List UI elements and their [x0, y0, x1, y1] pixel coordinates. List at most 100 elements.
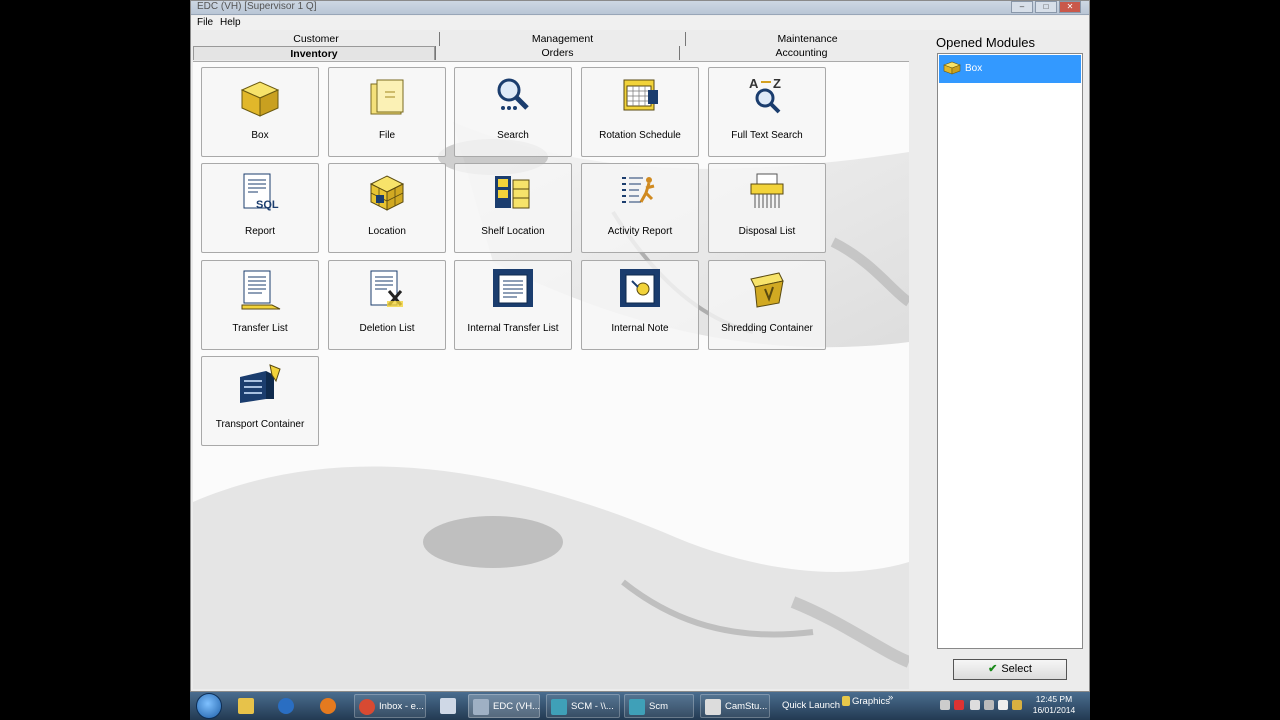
tile-label: Full Text Search — [731, 130, 803, 141]
tile-shredding-container[interactable]: Shredding Container — [708, 260, 826, 350]
tile-label: Search — [497, 130, 529, 141]
taskbar: Inbox - e... EDC (VH... SCM - \\... Scm … — [190, 692, 1090, 720]
tile-label: Internal Note — [611, 323, 669, 334]
menu-file[interactable]: File — [197, 17, 213, 28]
app-pin-2[interactable] — [436, 694, 464, 718]
app-icon — [473, 699, 489, 715]
tile-report[interactable]: SQL Report — [201, 163, 319, 253]
internal-transfer-icon — [493, 269, 533, 307]
chrome-icon — [359, 699, 375, 715]
opened-module-box[interactable]: Box — [939, 55, 1081, 83]
tile-label: Shredding Container — [721, 323, 813, 334]
shred-container-icon — [750, 272, 784, 308]
tray-app-icon[interactable] — [954, 700, 964, 710]
shelf-icon — [495, 176, 530, 209]
minimize-button[interactable]: – — [1011, 1, 1033, 13]
firefox-icon — [320, 698, 336, 714]
opened-modules-title: Opened Modules — [936, 35, 1036, 50]
tab-maintenance[interactable]: Maintenance — [685, 32, 929, 46]
taskbar-item-edc[interactable]: EDC (VH... — [468, 694, 540, 718]
deletion-doc-icon — [370, 270, 403, 307]
start-button[interactable] — [196, 693, 222, 719]
select-button[interactable]: ✔ Select — [953, 659, 1067, 680]
tile-label: Transport Container — [215, 419, 305, 430]
location-cube-icon — [369, 175, 405, 211]
clock-date: 16/01/2014 — [1032, 705, 1076, 715]
tab-orders[interactable]: Orders — [435, 46, 679, 60]
network-icon[interactable] — [984, 700, 994, 710]
tile-rotation-schedule[interactable]: Rotation Schedule — [581, 67, 699, 157]
opened-modules-panel: Opened Modules Box ✔ Select — [927, 31, 1089, 691]
tile-internal-transfer-list[interactable]: Internal Transfer List — [454, 260, 572, 350]
tile-search[interactable]: Search — [454, 67, 572, 157]
az-search-icon: A Z — [749, 76, 781, 114]
tile-full-text-search[interactable]: A Z Full Text Search — [708, 67, 826, 157]
clock-time: 12:45 PM — [1035, 694, 1073, 704]
tile-file[interactable]: File — [328, 67, 446, 157]
tray-arrow-icon[interactable] — [940, 700, 950, 710]
taskbar-item-scm-2[interactable]: Scm — [624, 694, 694, 718]
calendar-icon — [623, 79, 658, 111]
explorer-pin[interactable] — [234, 694, 262, 718]
tile-transport-container[interactable]: Transport Container — [201, 356, 319, 446]
tile-location[interactable]: Location — [328, 163, 446, 253]
module-tabs: Customer Management Maintenance Inventor… — [193, 31, 923, 61]
system-tray — [924, 694, 1024, 718]
tile-label: Box — [251, 130, 269, 141]
transfer-doc-icon — [241, 270, 281, 310]
sql-report-icon: SQL — [243, 173, 279, 211]
tile-deletion-list[interactable]: Deletion List — [328, 260, 446, 350]
tile-label: File — [378, 130, 396, 141]
tile-activity-report[interactable]: Activity Report — [581, 163, 699, 253]
app-window: EDC (VH) [Supervisor 1 Q] – □ ✕ File Hel… — [190, 0, 1090, 692]
quick-launch[interactable]: Quick Launch — [782, 694, 840, 718]
tile-label: Internal Transfer List — [467, 323, 559, 334]
power-icon[interactable] — [1012, 700, 1022, 710]
tile-shelf-location[interactable]: Shelf Location — [454, 163, 572, 253]
maximize-button[interactable]: □ — [1035, 1, 1057, 13]
tile-box[interactable]: Box — [201, 67, 319, 157]
taskbar-item-scm-1[interactable]: SCM - \\... — [546, 694, 620, 718]
plus-icon — [278, 698, 294, 714]
tray-app-icon-2[interactable] — [970, 700, 980, 710]
tile-label: Disposal List — [738, 226, 796, 237]
magnifier-icon — [497, 78, 529, 110]
menu-help[interactable]: Help — [220, 17, 241, 28]
scm-icon — [551, 699, 567, 715]
module-grid-panel: Box File Search Rotation Schedule A Z Fu… — [193, 61, 909, 689]
tab-management[interactable]: Management — [439, 32, 685, 46]
tile-label: Shelf Location — [481, 226, 545, 237]
app-pin[interactable] — [274, 694, 302, 718]
select-label: Select — [1001, 663, 1032, 675]
taskbar-item-inbox[interactable]: Inbox - e... — [354, 694, 426, 718]
desktop: EDC (VH) [Supervisor 1 Q] – □ ✕ File Hel… — [0, 0, 1280, 720]
firefox-pin[interactable] — [316, 694, 344, 718]
graphics-icon — [842, 696, 850, 706]
folder-icon — [370, 79, 404, 115]
folder-icon — [238, 698, 254, 714]
toolbar-chevron[interactable]: » — [888, 690, 898, 714]
opened-modules-list[interactable]: Box — [937, 53, 1083, 649]
document-icon — [440, 698, 456, 714]
tile-label: Activity Report — [607, 226, 673, 237]
tab-accounting[interactable]: Accounting — [679, 46, 923, 60]
opened-module-label: Box — [965, 63, 983, 74]
title-bar[interactable]: EDC (VH) [Supervisor 1 Q] – □ ✕ — [191, 1, 1089, 15]
tile-label: Location — [368, 226, 406, 237]
tab-inventory[interactable]: Inventory — [193, 46, 435, 60]
taskbar-item-camstudio[interactable]: CamStu... — [700, 694, 770, 718]
shredder-icon — [750, 173, 784, 208]
checkmark-icon: ✔ — [988, 663, 998, 675]
tile-transfer-list[interactable]: Transfer List — [201, 260, 319, 350]
volume-icon[interactable] — [998, 700, 1008, 710]
menu-bar: File Help — [191, 16, 1089, 30]
tile-label: Report — [244, 226, 275, 237]
window-title: EDC (VH) [Supervisor 1 Q] — [197, 1, 317, 12]
tile-disposal-list[interactable]: Disposal List — [708, 163, 826, 253]
svg-text:A: A — [749, 76, 759, 91]
close-button[interactable]: ✕ — [1059, 1, 1081, 13]
tile-internal-note[interactable]: Internal Note — [581, 260, 699, 350]
tile-label: Deletion List — [359, 323, 415, 334]
tab-customer[interactable]: Customer — [193, 32, 439, 46]
system-clock[interactable]: 12:45 PM 16/01/2014 — [1028, 694, 1080, 716]
